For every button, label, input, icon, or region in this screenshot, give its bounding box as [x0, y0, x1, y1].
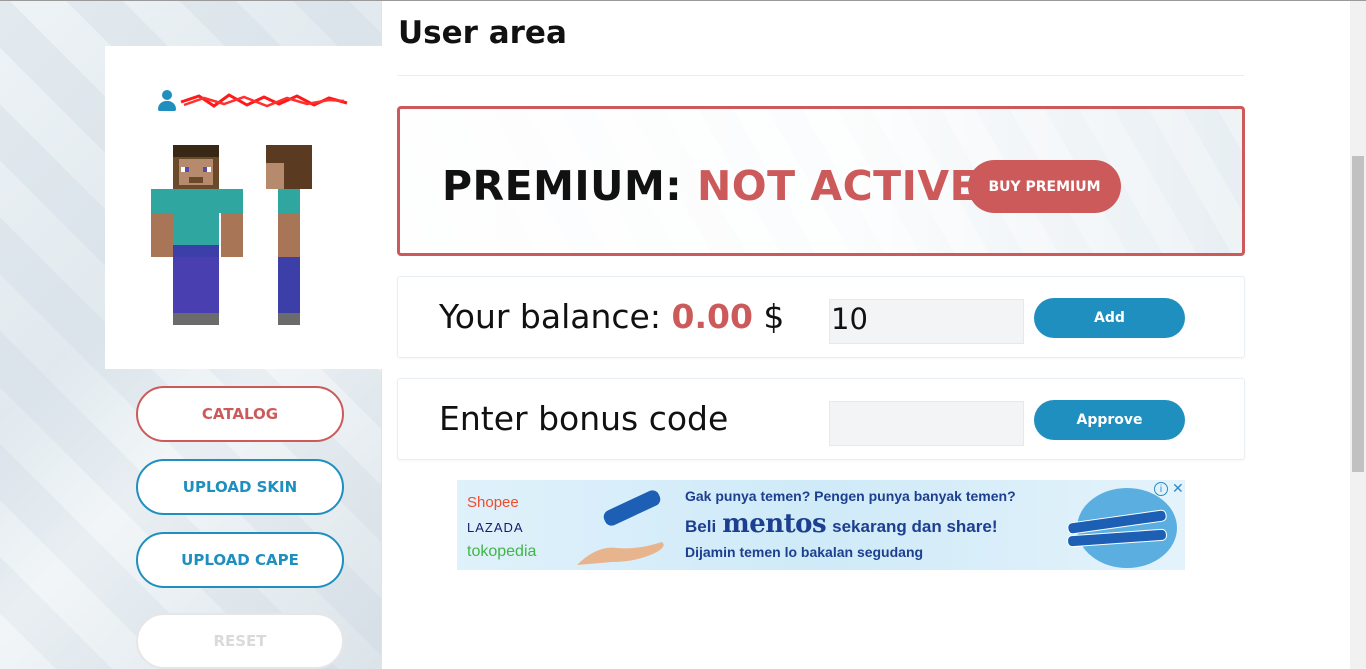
hand-with-candy-image — [577, 490, 664, 565]
balance-amount-input[interactable]: 10 — [829, 299, 1024, 344]
username — [157, 90, 348, 112]
ad-shop-lazada: LAZADA — [467, 520, 524, 535]
user-icon — [157, 90, 177, 112]
vertical-scrollbar[interactable] — [1350, 1, 1366, 669]
balance-text: Your balance: 0.00 $ — [439, 297, 784, 336]
ad-info-icon[interactable]: i — [1154, 482, 1168, 496]
reset-button[interactable]: RESET — [136, 613, 344, 669]
balance-label: Your balance: — [439, 297, 661, 336]
premium-label: PREMIUM: — [442, 162, 683, 210]
ad-controls: i ✕ — [1154, 482, 1184, 496]
scrollbar-thumb[interactable] — [1352, 156, 1364, 472]
bonus-code-input[interactable] — [829, 401, 1024, 446]
page-title: User area — [398, 15, 567, 51]
premium-status-text: PREMIUM: NOT ACTIVE — [442, 162, 978, 210]
skin-side-preview — [266, 145, 312, 325]
balance-currency: $ — [763, 297, 785, 336]
advertisement-banner[interactable]: Shopee LAZADA tokopedia Gak punya temen?… — [457, 480, 1185, 570]
approve-bonus-button[interactable]: Approve — [1034, 400, 1185, 440]
ad-tagline-prefix: Beli — [685, 517, 717, 536]
ad-tagline-suffix: sekarang dan share! — [832, 517, 998, 536]
upload-skin-button[interactable]: UPLOAD SKIN — [136, 459, 344, 515]
buy-premium-button[interactable]: BUY PREMIUM — [968, 160, 1121, 213]
ad-tagline: Beli mentos sekarang dan share! — [685, 509, 998, 539]
upload-cape-button[interactable]: UPLOAD CAPE — [136, 532, 344, 588]
balance-value: 0.00 — [671, 297, 753, 336]
skin-front-preview — [151, 145, 243, 325]
ad-close-icon[interactable]: ✕ — [1172, 482, 1184, 496]
profile-card — [105, 46, 382, 369]
catalog-button[interactable]: CATALOG — [136, 386, 344, 442]
ad-shop-shopee: Shopee — [467, 494, 519, 511]
premium-panel: PREMIUM: NOT ACTIVE BUY PREMIUM — [397, 106, 1245, 256]
ad-brand-logo: mentos — [722, 509, 827, 539]
redacted-username-scribble — [180, 93, 348, 108]
title-divider — [398, 75, 1244, 76]
balance-panel: Your balance: 0.00 $ 10 Add — [397, 276, 1245, 358]
bonus-label: Enter bonus code — [439, 399, 729, 438]
ad-headline: Gak punya temen? Pengen punya banyak tem… — [685, 488, 1016, 504]
ad-subline: Dijamin temen lo bakalan segudang — [685, 544, 924, 560]
premium-status: NOT ACTIVE — [696, 162, 979, 210]
ad-shop-tokopedia: tokopedia — [467, 543, 537, 560]
bonus-panel: Enter bonus code Approve — [397, 378, 1245, 460]
add-balance-button[interactable]: Add — [1034, 298, 1185, 338]
